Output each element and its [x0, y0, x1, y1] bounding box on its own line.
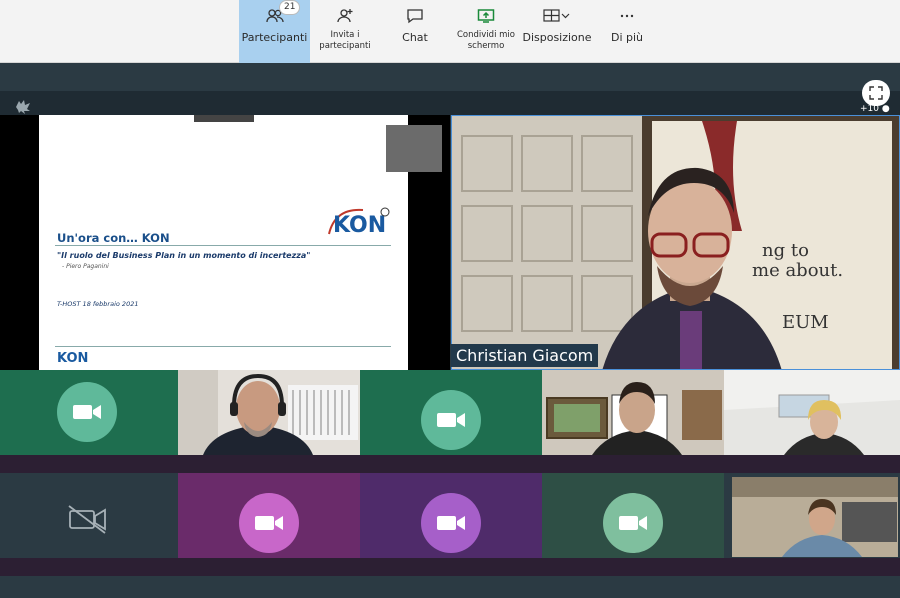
svg-text:me about.: me about. [752, 260, 843, 281]
svg-text:KON: KON [333, 213, 386, 238]
participant-video-tile[interactable] [542, 370, 724, 455]
speaker-scene-icon: ng to me about. EUM [452, 116, 899, 369]
row-separator [0, 455, 900, 473]
svg-text:KON: KON [57, 351, 88, 365]
slide-date: T-HOST 18 febbraio 2021 [57, 300, 139, 308]
invite-label: Invita i partecipanti [319, 30, 371, 51]
svg-text:EUM: EUM [782, 312, 829, 333]
participant-tile[interactable] [0, 370, 178, 455]
camera-icon [603, 493, 663, 553]
speaker-name-label: Christian Giacom [451, 344, 599, 367]
participant-tile[interactable] [360, 370, 542, 455]
slide-footer-divider [55, 346, 391, 347]
svg-text:ng to: ng to [762, 240, 809, 261]
participant-tile[interactable] [360, 473, 542, 558]
more-button[interactable]: Di più [604, 0, 650, 63]
row-separator [0, 558, 900, 576]
add-person-icon [336, 6, 354, 26]
chat-label: Chat [402, 31, 428, 44]
participant-tile[interactable] [178, 473, 360, 558]
person-icon: ● [881, 104, 890, 114]
layout-label: Disposizione [522, 31, 592, 44]
grid-layout-icon [543, 6, 571, 26]
participants-label: Partecipanti [241, 31, 308, 44]
participant-count-badge: 21 [279, 0, 301, 15]
share-screen-label: Condividi mio schermo [457, 30, 515, 51]
layout-button[interactable]: Disposizione [522, 0, 592, 63]
active-speaker-video[interactable]: ng to me about. EUM [451, 115, 900, 370]
participant-scene-icon [542, 370, 724, 455]
meeting-header-band [0, 91, 900, 115]
camera-icon [239, 493, 299, 553]
camera-off-icon [66, 503, 110, 539]
fullscreen-icon [869, 86, 883, 100]
participants-button[interactable]: 21 Partecipanti [239, 0, 310, 63]
slide-author: - Piero Paganini [62, 263, 109, 270]
slide-top-tab [194, 115, 254, 122]
overflow-participants-count[interactable]: +10 ● [860, 104, 890, 114]
invite-button[interactable]: Invita i partecipanti [315, 0, 375, 63]
kon-small-logo-icon: KON [56, 347, 90, 369]
participant-video-tile[interactable] [178, 370, 360, 455]
slide-divider [55, 245, 391, 246]
camera-icon [57, 382, 117, 442]
participant-scene-icon [724, 370, 900, 455]
slide-gray-box [386, 125, 442, 172]
participant-video-tile[interactable] [732, 477, 898, 557]
slide-title: Un'ora con… KON [57, 231, 170, 245]
more-dots-icon [620, 6, 634, 26]
camera-icon [421, 493, 481, 553]
participant-tile[interactable] [542, 473, 724, 558]
camera-icon [421, 390, 481, 450]
participant-tile-camera-off[interactable] [0, 473, 178, 558]
meeting-toolbar: 21 Partecipanti Invita i partecipanti Ch… [0, 0, 900, 63]
participant-video-tile[interactable] [724, 370, 900, 455]
expand-view-button[interactable] [862, 80, 890, 106]
kon-logo-icon: KON [325, 204, 391, 244]
slide-subtitle: "Il ruolo del Business Plan in un moment… [57, 251, 311, 260]
top-band [0, 63, 900, 91]
chat-icon [406, 6, 424, 26]
participant-scene-icon [732, 477, 898, 557]
share-screen-icon [477, 6, 495, 26]
participant-scene-icon [178, 370, 360, 455]
share-screen-button[interactable]: Condividi mio schermo [455, 0, 517, 63]
chat-button[interactable]: Chat [390, 0, 440, 63]
more-label: Di più [610, 31, 644, 44]
